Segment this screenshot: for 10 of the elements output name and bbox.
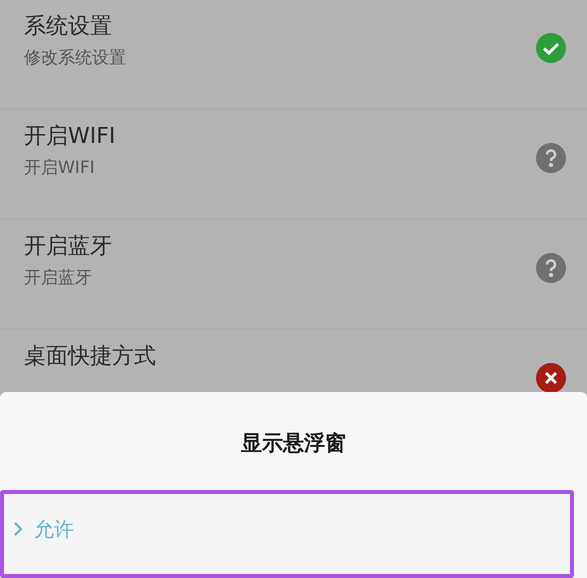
- permission-title: 桌面快捷方式: [24, 343, 156, 371]
- option-button[interactable]: 允许: [0, 490, 574, 578]
- permission-subtitle: 开启蓝牙: [24, 267, 93, 290]
- permission-title: 开启WIFI: [24, 123, 116, 151]
- permission-title: 系统设置: [24, 13, 113, 41]
- permission-subtitle: 修改系统设置: [24, 47, 126, 70]
- chevron-icon: [12, 521, 24, 537]
- permission-subtitle: 开启WIFI: [24, 157, 96, 180]
- permission-title: 开启蓝牙: [24, 233, 112, 261]
- sheet-title: 显示悬浮窗: [241, 430, 346, 457]
